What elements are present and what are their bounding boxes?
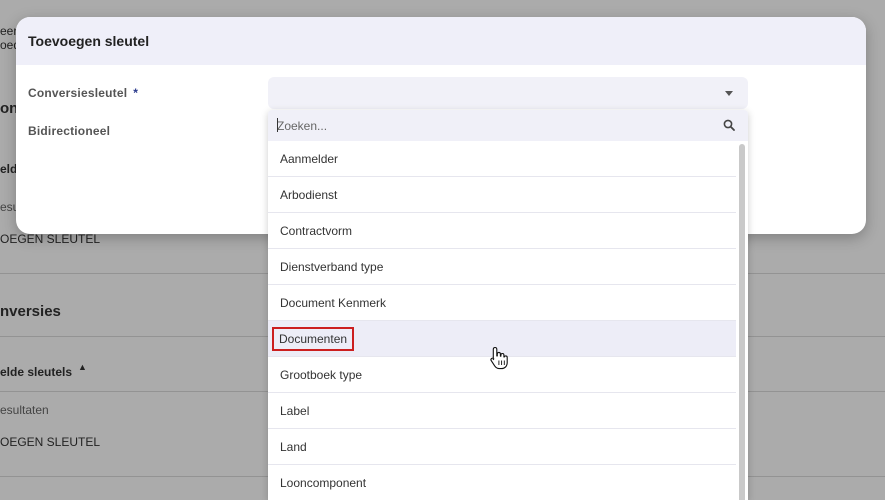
bidirectional-label: Bidirectioneel bbox=[28, 124, 111, 138]
search-input[interactable] bbox=[277, 116, 707, 136]
option-label-highlighted: Documenten bbox=[271, 326, 355, 351]
option-item[interactable]: Arbodienst bbox=[268, 177, 736, 213]
option-label: Arbodienst bbox=[280, 187, 338, 202]
option-item[interactable]: Aanmelder bbox=[268, 141, 736, 177]
option-item[interactable]: Document Kenmerk bbox=[268, 285, 736, 321]
option-label: Contractvorm bbox=[280, 223, 353, 238]
search-icon[interactable] bbox=[723, 119, 735, 131]
required-marker: * bbox=[133, 86, 139, 100]
option-label: Grootboek type bbox=[280, 367, 363, 382]
option-item[interactable]: Contractvorm bbox=[268, 213, 736, 249]
conversion-key-label: Conversiesleutel * bbox=[28, 86, 138, 100]
option-label: Label bbox=[280, 403, 310, 418]
dialog-header: Toevoegen sleutel bbox=[16, 17, 866, 65]
option-item[interactable]: Dienstverband type bbox=[268, 249, 736, 285]
hand-cursor-icon bbox=[490, 346, 508, 370]
options-list: Aanmelder Arbodienst Contractvorm Dienst… bbox=[268, 141, 736, 500]
dialog-title: Toevoegen sleutel bbox=[28, 33, 150, 49]
scrollbar-thumb[interactable] bbox=[739, 144, 745, 500]
option-label: Looncomponent bbox=[280, 475, 367, 490]
option-item[interactable]: Label bbox=[268, 393, 736, 429]
option-item[interactable]: Looncomponent bbox=[268, 465, 736, 500]
conversion-key-select[interactable] bbox=[268, 77, 748, 109]
option-item[interactable]: Land bbox=[268, 429, 736, 465]
conversion-key-dropdown: Aanmelder Arbodienst Contractvorm Dienst… bbox=[268, 110, 748, 500]
chevron-down-icon[interactable] bbox=[725, 91, 733, 96]
dropdown-search bbox=[268, 110, 748, 141]
option-label: Document Kenmerk bbox=[280, 295, 387, 310]
text-caret bbox=[277, 118, 278, 132]
conversion-key-label-text: Conversiesleutel bbox=[28, 86, 128, 100]
option-label: Aanmelder bbox=[280, 151, 339, 166]
option-label: Land bbox=[280, 439, 307, 454]
option-label: Dienstverband type bbox=[280, 259, 384, 274]
